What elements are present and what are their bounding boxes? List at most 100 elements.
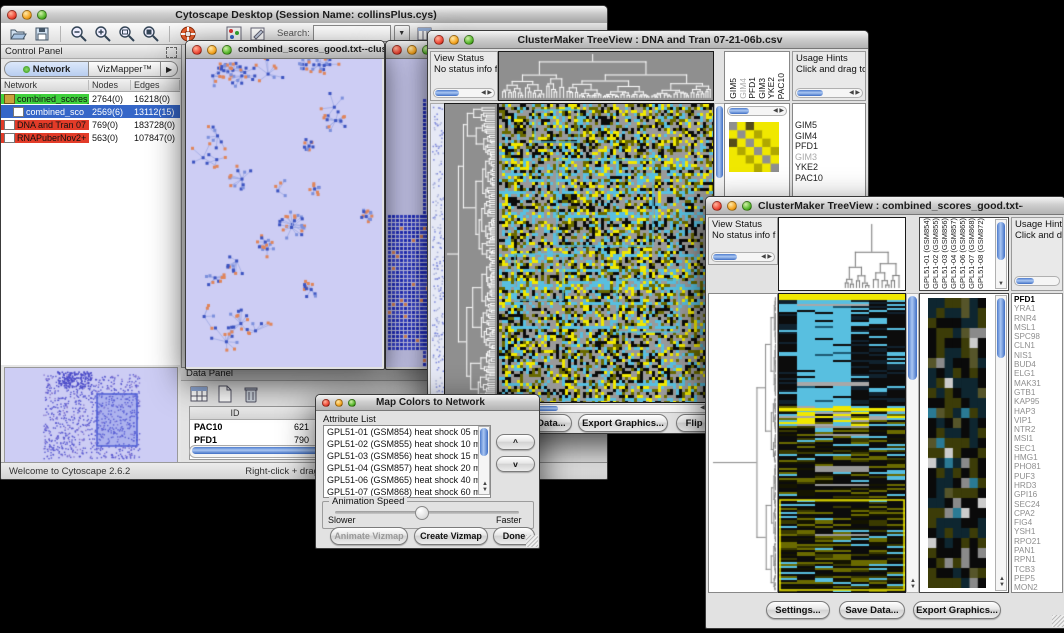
open-file-icon[interactable] <box>9 25 27 43</box>
gene-label[interactable]: HAP3 <box>1012 407 1062 416</box>
close-button[interactable] <box>392 45 402 55</box>
close-button[interactable] <box>322 399 330 407</box>
gene-label[interactable]: SPC98 <box>1012 332 1062 341</box>
tree1-titlebar[interactable]: ClusterMaker TreeView : DNA and Tran 07-… <box>428 31 868 49</box>
attribute-list-item[interactable]: GPL51-02 (GSM855) heat shock 10 min <box>324 438 490 450</box>
gene-label[interactable]: RPO21 <box>1012 537 1062 546</box>
scroll-arrows-icon[interactable]: ▲▼ <box>998 576 1006 588</box>
close-button[interactable] <box>7 10 17 20</box>
animate-vizmap-button[interactable]: Animate Vizmap <box>330 527 408 545</box>
gene-label[interactable]: PFD1 <box>793 141 865 152</box>
export-graphics-button[interactable]: Export Graphics... <box>578 414 668 432</box>
zoom-in-icon[interactable] <box>94 25 112 43</box>
minimize-button[interactable] <box>207 45 217 55</box>
scroll-arrows-icon[interactable]: ◀ ▶ <box>481 90 492 96</box>
attribute-list-item[interactable]: GPL51-06 (GSM865) heat shock 40 min <box>324 474 490 486</box>
gene-label[interactable]: GIM5 <box>793 120 865 131</box>
minimize-button[interactable] <box>727 201 737 211</box>
float-panel-icon[interactable] <box>166 47 177 58</box>
close-button[interactable] <box>712 201 722 211</box>
new-attribute-icon[interactable] <box>215 384 235 404</box>
gene-label[interactable]: GPI16 <box>1012 490 1062 499</box>
gene-label[interactable]: RNR4 <box>1012 314 1062 323</box>
gene-label[interactable]: KAP95 <box>1012 397 1062 406</box>
gene-label[interactable]: PFD1 <box>1012 295 1062 304</box>
scroll-arrows-icon[interactable]: ◀ ▶ <box>773 108 784 114</box>
tree2-titlebar[interactable]: ClusterMaker TreeView : combined_scores_… <box>706 197 1064 215</box>
main-titlebar[interactable]: Cytoscape Desktop (Session Name: collins… <box>1 6 607 24</box>
gene-label[interactable]: MSL1 <box>1012 323 1062 332</box>
network-overview-canvas[interactable] <box>4 367 178 463</box>
zoom-fit-icon[interactable] <box>118 25 136 43</box>
gene-label[interactable]: NIS1 <box>1012 351 1062 360</box>
gene-label[interactable]: ELG1 <box>1012 369 1062 378</box>
gene-label[interactable]: BUD4 <box>1012 360 1062 369</box>
zoom-button[interactable] <box>37 10 47 20</box>
tree1-row-dendrogram-canvas[interactable] <box>445 104 497 402</box>
net1-titlebar[interactable]: combined_scores_good.txt--cluste... <box>186 41 384 59</box>
network-table-row[interactable]: combined_scores_ 2764(0) 16218(0) <box>1 92 180 105</box>
resize-grip[interactable] <box>526 535 538 547</box>
gene-label[interactable]: SEC24 <box>1012 500 1062 509</box>
minimize-button[interactable] <box>335 399 343 407</box>
global-view-vscrollbar[interactable]: ▲▼ <box>995 295 1007 591</box>
network-canvas-1[interactable] <box>186 59 382 367</box>
gene-label[interactable]: VIP1 <box>1012 416 1062 425</box>
create-vizmap-button[interactable]: Create Vizmap <box>414 527 488 545</box>
gene-label[interactable]: HRD3 <box>1012 481 1062 490</box>
zoom-out-icon[interactable] <box>70 25 88 43</box>
labels-vscrollbar[interactable]: ▼ <box>995 219 1007 289</box>
gene-label[interactable]: PHO81 <box>1012 462 1062 471</box>
tree2-global-heatmap-canvas[interactable] <box>928 298 986 588</box>
tab-vizmapper[interactable]: VizMapper™ <box>89 61 161 77</box>
attribute-list-vscrollbar[interactable]: ▲▼ <box>478 426 490 495</box>
tree1-heatmap-canvas[interactable] <box>499 104 713 402</box>
scroll-arrows-icon[interactable]: ▲▼ <box>909 578 917 590</box>
attribute-list-item[interactable]: GPL51-04 (GSM857) heat shock 20 min <box>324 462 490 474</box>
dialog-titlebar[interactable]: Map Colors to Network <box>316 395 539 411</box>
usage-hints-scrollbar[interactable] <box>1014 276 1060 286</box>
gene-label[interactable]: NTR2 <box>1012 425 1062 434</box>
gene-label[interactable]: PUF3 <box>1012 472 1062 481</box>
move-down-button[interactable]: v <box>496 456 535 472</box>
export-graphics-button[interactable]: Export Graphics... <box>913 601 1001 619</box>
zoom-button[interactable] <box>742 201 752 211</box>
gene-label[interactable]: MAK31 <box>1012 379 1062 388</box>
scroll-arrows-icon[interactable]: ◀ ▶ <box>849 90 860 96</box>
gene-label[interactable]: FIG4 <box>1012 518 1062 527</box>
gene-label[interactable]: HMG1 <box>1012 453 1062 462</box>
attribute-list-item[interactable]: GPL51-03 (GSM856) heat shock 15 min <box>324 450 490 462</box>
scroll-arrows-icon[interactable]: ◀ ▶ <box>761 254 772 260</box>
scroll-arrows-icon[interactable]: ▼ <box>998 281 1004 287</box>
gene-label[interactable]: SEC1 <box>1012 444 1062 453</box>
network-table-row[interactable]: combined_sco 2569(6) 13112(15) <box>1 105 180 118</box>
gene-label[interactable]: MSI1 <box>1012 434 1062 443</box>
save-data-button[interactable]: Save Data... <box>839 601 905 619</box>
close-button[interactable] <box>434 35 444 45</box>
gene-label[interactable]: YRA1 <box>1012 304 1062 313</box>
tree2-heatmap-canvas[interactable] <box>779 294 905 592</box>
network-table-row[interactable]: DNA and Tran 07 769(0) 183728(0) <box>1 118 180 131</box>
gene-label[interactable]: RPN1 <box>1012 555 1062 564</box>
minimize-button[interactable] <box>407 45 417 55</box>
network-table-row[interactable]: RNAPuberNov2+ 563(0) 107847(0) <box>1 131 180 144</box>
gene-label[interactable]: PAN1 <box>1012 546 1062 555</box>
resize-grip[interactable] <box>1052 615 1064 627</box>
zoom-selected-icon[interactable] <box>142 25 160 43</box>
gene-label[interactable]: PEP5 <box>1012 574 1062 583</box>
tree1-overview-strip-canvas[interactable] <box>430 103 445 403</box>
tab-network[interactable]: Network <box>4 61 89 77</box>
tab-overflow-arrow[interactable]: ▶ <box>161 61 178 77</box>
view-status-scrollbar[interactable]: ◀ ▶ <box>711 252 775 262</box>
zoom-button[interactable] <box>222 45 232 55</box>
gene-label[interactable]: PAC10 <box>793 173 865 184</box>
submatrix-hscrollbar[interactable]: ◀ ▶ <box>727 106 787 116</box>
gene-label[interactable]: GTB1 <box>1012 388 1062 397</box>
gene-label[interactable]: GIM4 <box>793 131 865 142</box>
delete-attribute-trash-icon[interactable] <box>241 384 261 404</box>
scroll-arrows-icon[interactable]: ▲▼ <box>481 481 489 493</box>
save-icon[interactable] <box>33 25 51 43</box>
select-attributes-icon[interactable] <box>189 384 209 404</box>
gene-label[interactable]: GIM3 <box>793 152 865 163</box>
gene-label[interactable]: CLN1 <box>1012 341 1062 350</box>
